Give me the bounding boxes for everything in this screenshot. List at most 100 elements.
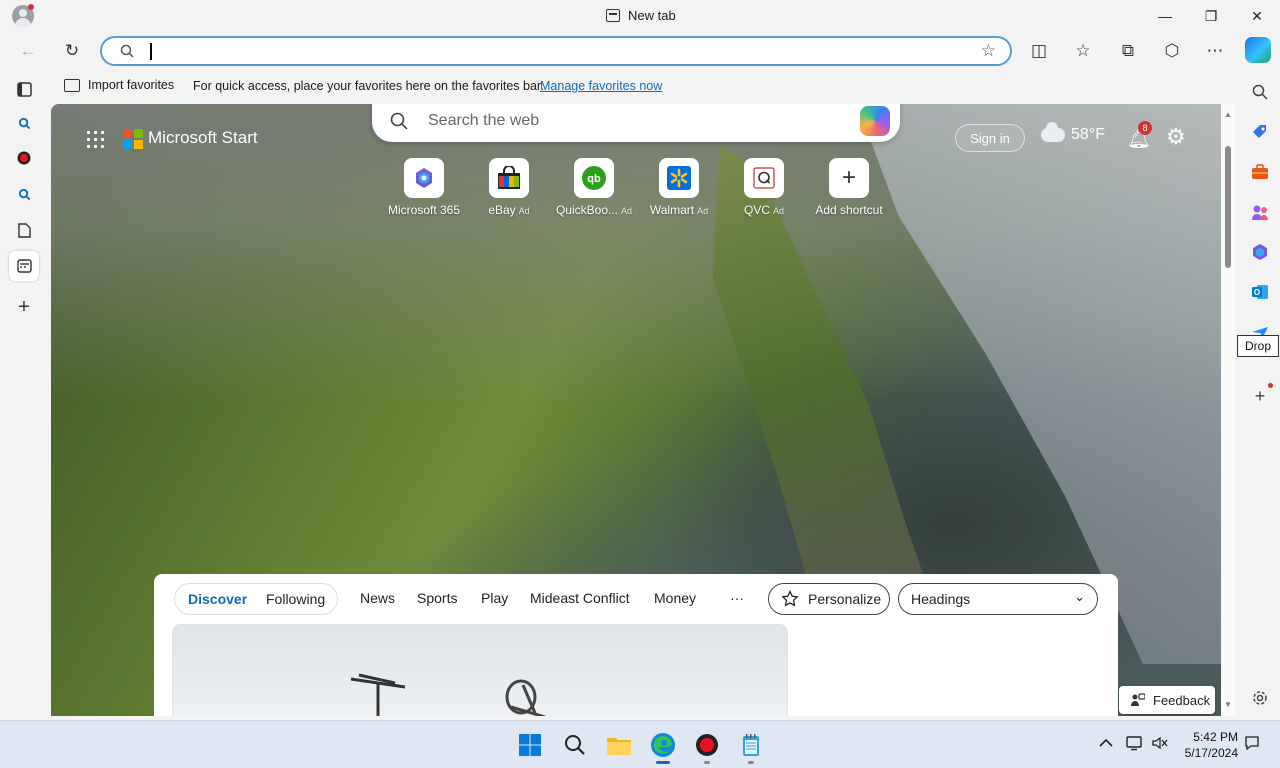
news-feed-panel: Discover Following News Sports Play Mide… [154,574,1118,716]
copilot-icon[interactable] [1245,37,1271,63]
feed-article-card[interactable] [172,624,788,716]
tools-briefcase-icon[interactable] [1246,158,1274,186]
drop-tooltip: Drop [1237,335,1279,357]
shortcut-qvc[interactable]: QVC Ad [719,158,809,217]
feed-tab-news[interactable]: News [360,590,395,606]
personalize-star-icon [781,590,799,607]
page-settings-gear-icon[interactable]: ⚙ [1166,124,1186,150]
tab-discover[interactable]: Discover [188,591,247,607]
ad-label: Ad [621,206,633,216]
scrollbar-thumb[interactable] [1225,146,1231,268]
page-scrollbar[interactable]: ▲ ▼ [1221,104,1235,716]
feed-tab-mideast-conflict[interactable]: Mideast Conflict [530,590,630,606]
microsoft-365-icon[interactable] [1246,238,1274,266]
import-favorites-label: Import favorites [88,78,175,92]
import-favorites-button[interactable]: Import favorites [64,78,174,92]
feed-mode-toggle: Discover Following [174,583,338,615]
tab-following[interactable]: Following [266,591,325,607]
show-hidden-icons-chevron-up-icon[interactable] [1099,735,1113,751]
shortcut-label: Add shortcut [815,203,883,217]
windows-taskbar: 5:42 PM 5/17/2024 [0,720,1280,768]
search-tab-icon[interactable] [9,179,39,209]
notification-center-icon[interactable] [1244,735,1260,754]
system-clock[interactable]: 5:42 PM 5/17/2024 [1180,729,1238,761]
add-shortcut-button[interactable]: + Add shortcut [804,158,894,217]
shortcut-walmart[interactable]: Walmart Ad [634,158,724,217]
new-tab-page-icon [606,9,620,22]
quickbooks-icon: qb [574,158,614,198]
clock-date: 5/17/2024 [1184,746,1238,760]
start-windows-icon[interactable] [514,729,546,761]
tab-actions-icon[interactable] [9,74,39,104]
title-bar: New tab — ❐ ✕ [0,0,1280,32]
feedback-button[interactable]: Feedback [1119,686,1215,714]
running-indicator [704,761,710,764]
back-button[interactable]: ← [13,36,43,66]
shortcut-label: Walmart [649,203,695,217]
favorites-button[interactable]: ☆ [1068,36,1098,66]
ad-label: Ad [518,206,530,216]
sign-in-button[interactable]: Sign in [955,124,1025,152]
refresh-button[interactable]: ↻ [57,36,87,66]
file-explorer-folder-icon[interactable] [603,729,635,761]
tab[interactable]: New tab [606,8,676,23]
edge-browser-icon[interactable] [647,729,679,764]
volume-muted-icon[interactable] [1151,735,1169,754]
web-search-box[interactable]: Search the web [372,104,900,142]
manage-favorites-link[interactable]: Manage favorites now [540,79,662,93]
chevron-down-icon: ⌄ [1074,589,1085,604]
feed-tab-sports[interactable]: Sports [417,590,457,606]
copilot-icon[interactable] [860,106,890,136]
search-placeholder: Search the web [428,112,540,129]
scroll-up-arrow-icon[interactable]: ▲ [1224,110,1232,119]
headings-selected-value: Headings [911,591,971,607]
collections-button[interactable]: ⧉ [1113,36,1143,66]
shortcut-microsoft-365[interactable]: Microsoft 365 [379,158,469,217]
new-tab-page-icon[interactable] [9,251,39,281]
personalize-button[interactable]: Personalize [768,583,890,615]
games-icon[interactable] [1246,198,1274,226]
add-favorite-star-icon[interactable]: ☆ [981,41,996,61]
recording-tab-icon[interactable] [9,143,39,173]
headings-dropdown[interactable]: Headings ⌄ [898,583,1098,615]
screen-recorder-icon[interactable] [691,729,723,764]
sidebar-settings-gear-icon[interactable] [1246,684,1274,712]
document-tab-icon[interactable] [9,215,39,245]
taskbar-search-icon[interactable] [559,729,591,761]
feed-tab-play[interactable]: Play [481,590,508,606]
notepad-icon[interactable] [735,729,767,764]
shopping-tag-icon[interactable] [1246,118,1274,146]
brand-title[interactable]: Microsoft Start [148,128,258,148]
outlook-icon[interactable]: O [1246,278,1274,306]
feed-more-button[interactable]: ··· [730,590,744,606]
address-bar[interactable]: ☆ [100,36,1012,66]
sidebar-search-icon[interactable] [1246,78,1274,106]
scroll-down-arrow-icon[interactable]: ▼ [1224,700,1232,709]
microsoft-365-icon [404,158,444,198]
ad-label: Ad [773,206,785,216]
walmart-icon [659,158,699,198]
shortcut-ebay[interactable]: eBay Ad [464,158,554,217]
ad-label: Ad [697,206,709,216]
search-tab-icon[interactable] [9,108,39,138]
new-tab-plus-icon[interactable]: + [9,292,39,322]
split-screen-button[interactable]: ◫ [1024,36,1054,66]
minimize-button[interactable]: — [1142,0,1188,32]
shortcut-label: QVC [743,203,770,217]
shortcut-quickbooks[interactable]: qb QuickBoo... Ad [549,158,639,217]
restore-button[interactable]: ❐ [1188,0,1234,32]
settings-and-more-button[interactable]: ⋯ [1200,36,1230,66]
vertical-tabs-sidebar: + [0,72,48,718]
shortcut-label: QuickBoo... [555,203,618,217]
feed-tab-money[interactable]: Money [654,590,696,606]
weather-widget[interactable]: 58°F [1041,122,1105,144]
browser-essentials-button[interactable]: ⬡ [1157,36,1187,66]
favorites-bar-message: For quick access, place your favorites h… [193,79,544,93]
network-icon[interactable] [1125,735,1143,754]
close-button[interactable]: ✕ [1234,0,1280,32]
clock-time: 5:42 PM [1193,730,1238,744]
shortcut-label: eBay [488,203,516,217]
search-icon [120,44,134,58]
plus-icon: + [829,158,869,198]
app-launcher-icon[interactable] [85,129,105,149]
